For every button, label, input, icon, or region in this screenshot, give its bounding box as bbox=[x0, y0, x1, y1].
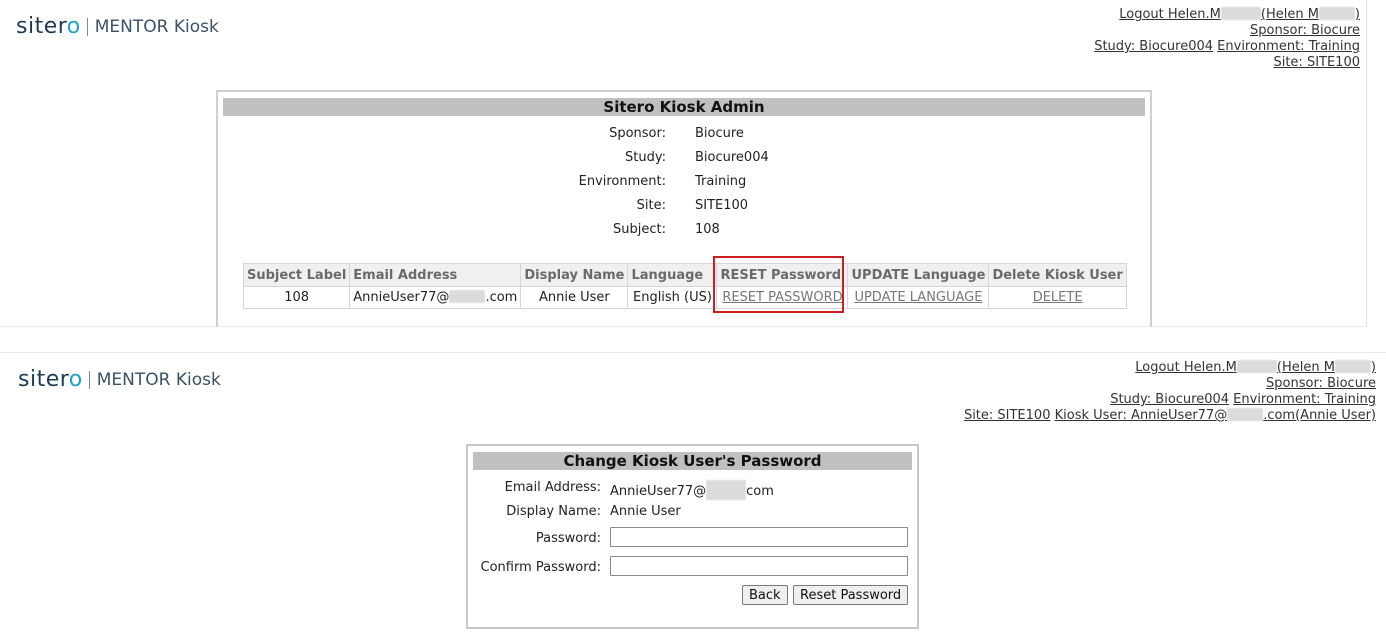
study-value: Biocure004 bbox=[695, 150, 769, 165]
kiosk-admin-screen: sitero MENTOR Kiosk Logout Helen.M (Helen… bbox=[0, 0, 1367, 332]
site-label: Site: bbox=[636, 198, 666, 213]
sponsor-link[interactable]: Sponsor: Biocure bbox=[1250, 23, 1360, 38]
table-row: 108 AnnieUser77@ .com Annie User English … bbox=[242, 286, 1127, 309]
password-label: Password: bbox=[535, 531, 601, 546]
environment-link-2[interactable]: Environment: Training bbox=[1233, 392, 1376, 407]
kiosk-users-table: Subject Label Email Address Display Name… bbox=[242, 263, 1127, 309]
email-label: Email Address: bbox=[504, 480, 601, 495]
kiosk-user-link[interactable]: Kiosk User: AnnieUser77@ .com(Annie User) bbox=[1055, 408, 1376, 423]
cell-email: AnnieUser77@ .com bbox=[349, 286, 522, 309]
sponsor-label: Sponsor: bbox=[609, 126, 666, 141]
change-password-title: Change Kiosk User's Password bbox=[473, 452, 912, 470]
col-update-language: UPDATE Language bbox=[847, 263, 990, 287]
brand-wordmark-2: sitero bbox=[18, 367, 83, 392]
reset-password-button[interactable]: Reset Password bbox=[793, 585, 909, 605]
header-links-2: Logout Helen.M (Helen M) Sponsor: Biocure… bbox=[964, 360, 1376, 424]
brand-wordmark: sitero bbox=[16, 14, 81, 39]
col-delete-kiosk-user: Delete Kiosk User bbox=[988, 263, 1127, 287]
sitero-mentor-logo-2: sitero MENTOR Kiosk bbox=[18, 367, 221, 392]
environment-label: Environment: bbox=[578, 174, 666, 189]
table-header-row: Subject Label Email Address Display Name… bbox=[242, 263, 1127, 287]
update-language-link[interactable]: UPDATE LANGUAGE bbox=[854, 290, 982, 305]
change-password-screen: sitero MENTOR Kiosk Logout Helen.M (Helen… bbox=[0, 352, 1386, 640]
site-value: SITE100 bbox=[695, 198, 749, 213]
panel-separator bbox=[0, 327, 1386, 352]
site-link[interactable]: Site: SITE100 bbox=[1273, 55, 1360, 70]
cell-update: UPDATE LANGUAGE bbox=[847, 286, 990, 309]
study-label: Study: bbox=[625, 150, 666, 165]
col-email-address: Email Address bbox=[349, 263, 522, 287]
back-button[interactable]: Back bbox=[742, 585, 788, 605]
environment-value: Training bbox=[695, 174, 747, 189]
sponsor-value: Biocure bbox=[695, 126, 744, 141]
subject-label: Subject: bbox=[613, 222, 666, 237]
col-display-name: Display Name bbox=[520, 263, 629, 287]
logout-link-2[interactable]: Logout Helen.M (Helen M) bbox=[1135, 360, 1376, 375]
reset-password-highlight-box bbox=[713, 256, 844, 313]
product-name-2: MENTOR Kiosk bbox=[96, 369, 221, 390]
col-subject-label: Subject Label bbox=[242, 263, 351, 287]
environment-link[interactable]: Environment: Training bbox=[1217, 39, 1360, 54]
study-link-2[interactable]: Study: Biocure004 bbox=[1110, 392, 1229, 407]
cell-delete: DELETE bbox=[988, 286, 1127, 309]
email-value: AnnieUser77@ com bbox=[610, 480, 774, 500]
cell-display-name: Annie User bbox=[520, 286, 629, 309]
product-name: MENTOR Kiosk bbox=[94, 16, 219, 37]
site-link-2[interactable]: Site: SITE100 bbox=[964, 408, 1051, 423]
admin-title: Sitero Kiosk Admin bbox=[223, 98, 1145, 116]
confirm-password-label: Confirm Password: bbox=[480, 560, 601, 575]
sitero-mentor-logo: sitero MENTOR Kiosk bbox=[16, 14, 219, 39]
sponsor-link-2[interactable]: Sponsor: Biocure bbox=[1266, 376, 1376, 391]
logout-link[interactable]: Logout Helen.M (Helen M) bbox=[1119, 7, 1360, 22]
confirm-password-input[interactable] bbox=[610, 556, 908, 576]
col-language: Language bbox=[627, 263, 718, 287]
password-input[interactable] bbox=[610, 527, 908, 547]
study-link[interactable]: Study: Biocure004 bbox=[1094, 39, 1213, 54]
display-name-label: Display Name: bbox=[506, 504, 601, 519]
cell-language: English (US) bbox=[627, 286, 718, 309]
delete-link[interactable]: DELETE bbox=[1033, 290, 1083, 305]
cell-subject-label: 108 bbox=[242, 286, 351, 309]
display-name-value: Annie User bbox=[610, 504, 681, 519]
header-links: Logout Helen.M (Helen M) Sponsor: Biocure… bbox=[1094, 7, 1360, 71]
subject-value: 108 bbox=[695, 222, 720, 237]
